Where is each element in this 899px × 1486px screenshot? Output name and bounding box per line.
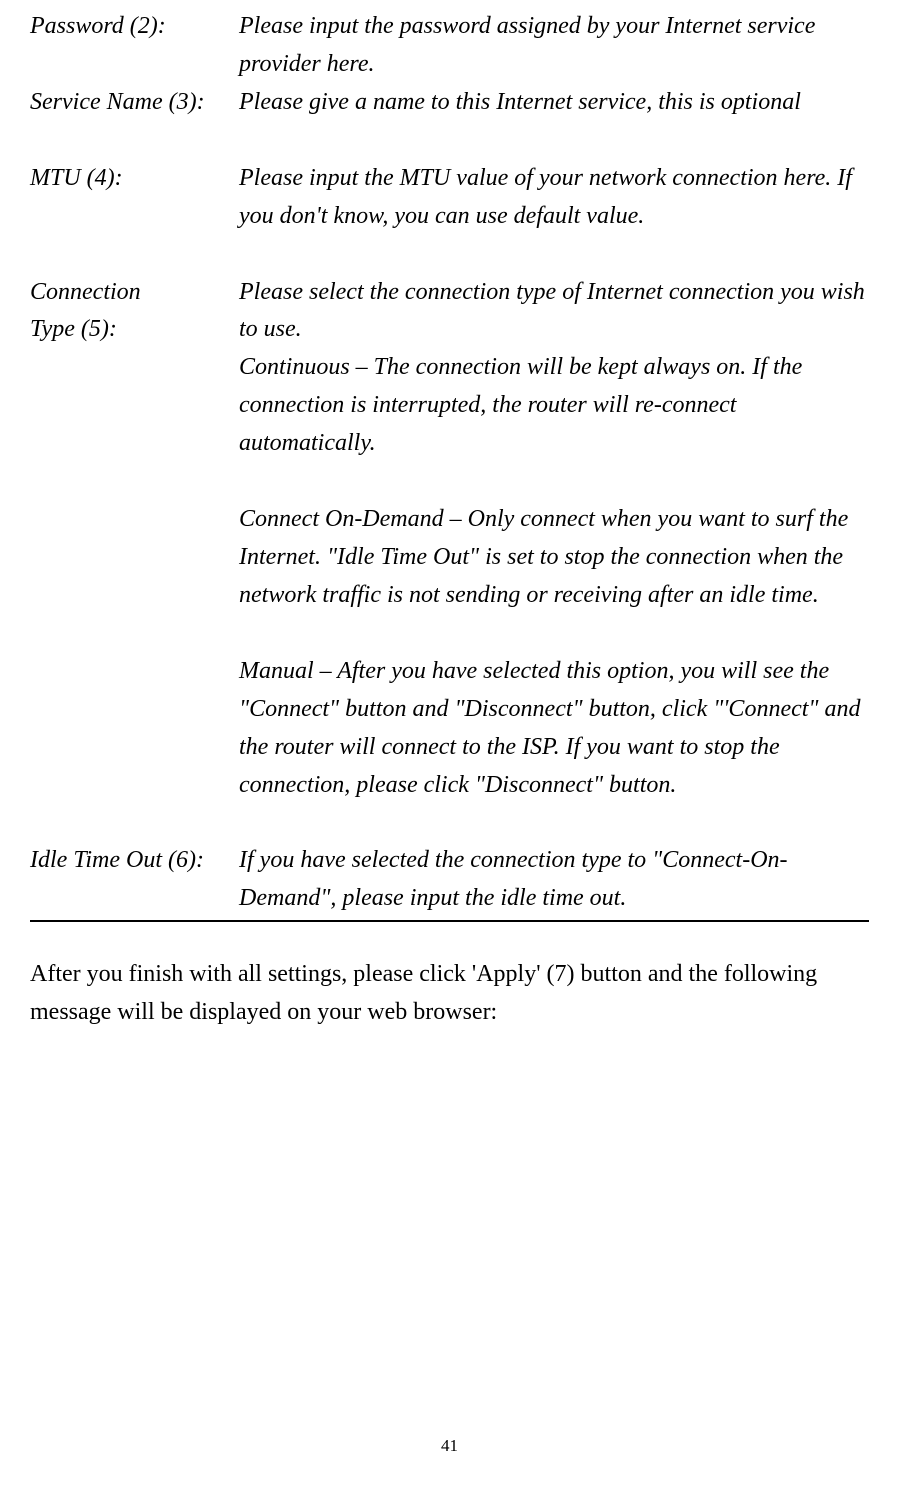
def-label-connection-type: Connection Type (5):	[30, 274, 239, 350]
def-desc-mtu: Please input the MTU value of your netwo…	[239, 160, 869, 236]
spacer	[30, 122, 869, 160]
def-label-password: Password (2):	[30, 8, 239, 46]
def-row-connection-type: Connection Type (5): Please select the c…	[30, 274, 869, 805]
def-row-mtu: MTU (4): Please input the MTU value of y…	[30, 160, 869, 236]
def-label-connection-type-line1: Connection	[30, 279, 141, 305]
definitions-table: Password (2): Please input the password …	[30, 8, 869, 918]
connection-type-intro: Please select the connection type of Int…	[239, 274, 869, 350]
def-desc-idle-time-out: If you have selected the connection type…	[239, 842, 869, 918]
def-desc-service-name: Please give a name to this Internet serv…	[239, 84, 869, 122]
def-row-service-name: Service Name (3): Please give a name to …	[30, 84, 869, 122]
spacer	[30, 804, 869, 842]
connection-type-on-demand: Connect On-Demand – Only connect when yo…	[239, 501, 869, 615]
after-settings-note: After you finish with all settings, plea…	[30, 956, 869, 1032]
def-row-password: Password (2): Please input the password …	[30, 8, 869, 84]
def-desc-connection-type: Please select the connection type of Int…	[239, 274, 869, 805]
connection-type-continuous: Continuous – The connection will be kept…	[239, 349, 869, 463]
def-label-service-name: Service Name (3):	[30, 84, 239, 122]
connection-type-manual: Manual – After you have selected this op…	[239, 653, 869, 805]
def-desc-password: Please input the password assigned by yo…	[239, 8, 869, 84]
def-row-idle-time-out: Idle Time Out (6): If you have selected …	[30, 842, 869, 918]
spacer	[30, 236, 869, 274]
def-label-idle-time-out: Idle Time Out (6):	[30, 842, 239, 880]
def-label-mtu: MTU (4):	[30, 160, 239, 198]
section-divider	[30, 920, 869, 922]
def-label-connection-type-line2: Type (5):	[30, 316, 117, 342]
page-number: 41	[0, 1436, 899, 1456]
